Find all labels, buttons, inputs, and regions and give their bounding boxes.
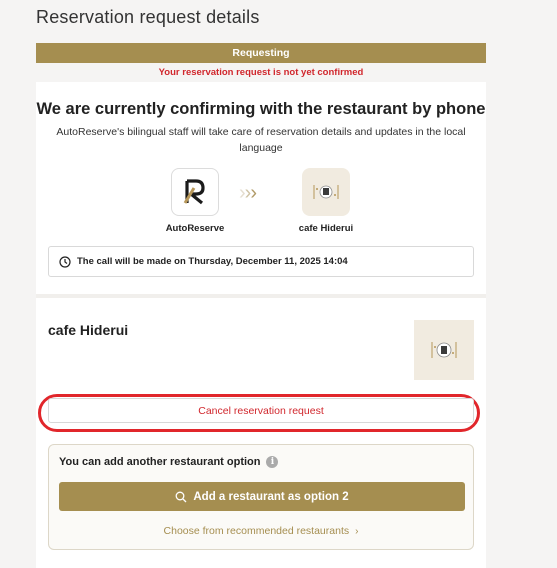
status-warning-text: Your reservation request is not yet conf…: [158, 67, 364, 78]
add-option-box: You can add another restaurant option i …: [48, 444, 474, 550]
chevron-right-icon: ›: [355, 526, 359, 537]
search-icon: [175, 491, 187, 502]
add-option-title-text: You can add another restaurant option: [59, 456, 261, 468]
status-badge: Requesting: [36, 43, 486, 63]
confirm-heading: We are currently confirming with the res…: [36, 100, 486, 118]
cafe-hiderui-logo-icon: [302, 168, 350, 216]
recommended-restaurants-label: Choose from recommended restaurants: [163, 525, 350, 537]
clock-icon: [59, 255, 71, 268]
add-option-title: You can add another restaurant option i: [59, 456, 279, 468]
call-schedule-box: The call will be made on Thursday, Decem…: [48, 246, 474, 277]
cancel-reservation-button[interactable]: Cancel reservation request: [48, 398, 474, 423]
transfer-arrows-icon: ›››: [239, 182, 257, 204]
cafe-label: cafe Hiderui: [298, 223, 354, 234]
call-info-text: The call will be made on Thursday, Decem…: [77, 256, 348, 267]
restaurant-thumbnail-icon[interactable]: [414, 320, 474, 380]
restaurant-name: cafe Hiderui: [48, 322, 129, 338]
confirm-description: AutoReserve's bilingual staff will take …: [56, 126, 466, 154]
restaurant-panel: cafe Hiderui Cancel reservation request …: [36, 298, 486, 568]
recommended-restaurants-link[interactable]: Choose from recommended restaurants ›: [49, 525, 473, 537]
autoreserve-logo-icon: [171, 168, 219, 216]
add-restaurant-option-button[interactable]: Add a restaurant as option 2: [59, 482, 465, 511]
confirmation-panel: We are currently confirming with the res…: [36, 82, 486, 294]
autoreserve-label: AutoReserve: [165, 223, 225, 234]
info-icon[interactable]: i: [266, 456, 279, 468]
add-restaurant-option-label: Add a restaurant as option 2: [193, 490, 349, 503]
page-title: Reservation request details: [36, 7, 260, 27]
